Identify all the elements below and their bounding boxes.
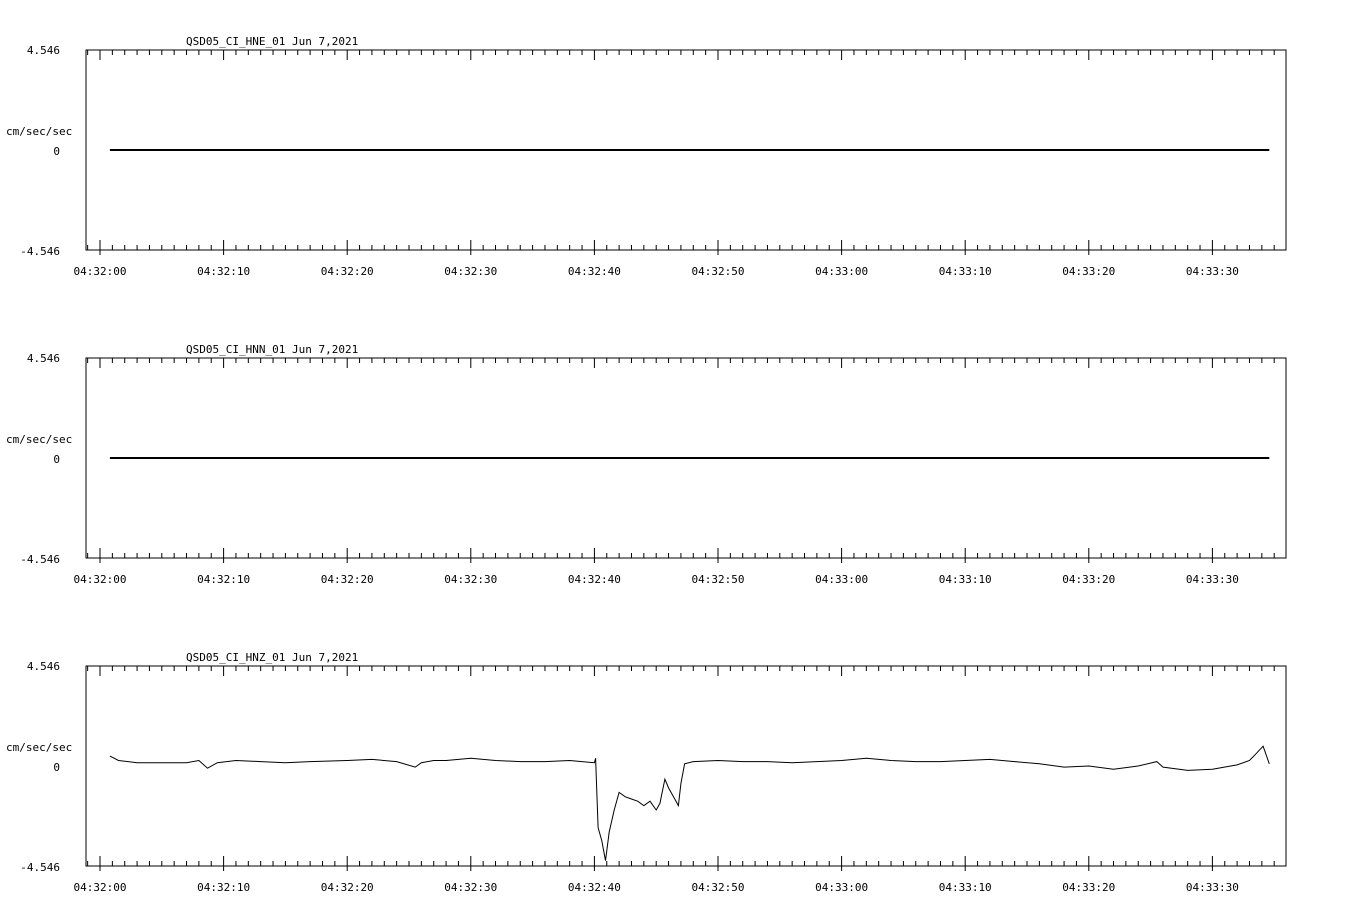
panel-3-y-tick-label: 4.546 (27, 660, 60, 673)
panel-2-x-tick-label: 04:32:20 (321, 573, 374, 586)
panel-3-x-tick-label: 04:33:00 (815, 881, 868, 894)
panel-3-frame (85, 665, 1287, 867)
panel-2-x-tick-label: 04:33:30 (1186, 573, 1239, 586)
panel-3-y-tick-label: -4.546 (20, 861, 60, 874)
panel-3-trace-line (109, 745, 1270, 861)
panel-1-x-tick-label: 04:32:00 (74, 265, 127, 278)
seismogram-figure: QSD05_CI_HNE_01 Jun 7,2021 4.546 0 -4.546 cm… (6, 35, 1287, 894)
panel-3-title: QSD05_CI_HNZ_01 Jun 7,2021 (186, 651, 358, 664)
panel-2-x-tick-label: 04:33:10 (939, 573, 992, 586)
panel-1-y-tick-label: 0 (53, 145, 60, 158)
panel-3-x-tick-label: 04:32:00 (74, 881, 127, 894)
panel-1-x-tick-label: 04:32:40 (568, 265, 621, 278)
panel-1-y-tick-label: -4.546 (20, 245, 60, 258)
panel-1-x-tick-label: 04:32:50 (692, 265, 745, 278)
panel-2-y-axis-label: cm/sec/sec (6, 433, 72, 446)
panel-1-title: QSD05_CI_HNE_01 Jun 7,2021 (186, 35, 358, 48)
panel-1-y-tick-label: 4.546 (27, 44, 60, 57)
panel-2-x-tick-label: 04:32:40 (568, 573, 621, 586)
panel-3-x-tick-label: 04:33:10 (939, 881, 992, 894)
panel-2-x-tick-label: 04:32:50 (692, 573, 745, 586)
panel-2-x-tick-label: 04:32:00 (74, 573, 127, 586)
panel-1-x-tick-label: 04:33:20 (1062, 265, 1115, 278)
panel-3-x-tick-label: 04:33:30 (1186, 881, 1239, 894)
panel-3-x-tick-label: 04:32:50 (692, 881, 745, 894)
panel-3-y-axis-label: cm/sec/sec (6, 741, 72, 754)
panel-3-x-tick-label: 04:32:20 (321, 881, 374, 894)
panel-1-x-tick-label: 04:33:10 (939, 265, 992, 278)
panel-2-x-tick-label: 04:32:10 (197, 573, 250, 586)
panel-1-x-tick-label: 04:32:20 (321, 265, 374, 278)
panel-1-x-tick-label: 04:33:00 (815, 265, 868, 278)
panel-3-x-tick-label: 04:32:30 (444, 881, 497, 894)
panel-3-x-tick-label: 04:32:40 (568, 881, 621, 894)
panel-2-x-tick-label: 04:33:20 (1062, 573, 1115, 586)
panel-3-y-tick-label: 0 (53, 761, 60, 774)
panel-1-x-tick-label: 04:33:30 (1186, 265, 1239, 278)
panel-1-x-tick-label: 04:32:30 (444, 265, 497, 278)
panel-2-y-tick-label: 0 (53, 453, 60, 466)
panel-3-x-tick-label: 04:32:10 (197, 881, 250, 894)
panel-2-title: QSD05_CI_HNN_01 Jun 7,2021 (186, 343, 358, 356)
panel-1-y-axis-label: cm/sec/sec (6, 125, 72, 138)
panel-2-x-tick-label: 04:32:30 (444, 573, 497, 586)
panel-1-x-tick-label: 04:32:10 (197, 265, 250, 278)
panel-2-y-tick-label: 4.546 (27, 352, 60, 365)
panel-2-y-tick-label: -4.546 (20, 553, 60, 566)
panel-2-x-tick-label: 04:33:00 (815, 573, 868, 586)
panel-3-x-tick-label: 04:33:20 (1062, 881, 1115, 894)
